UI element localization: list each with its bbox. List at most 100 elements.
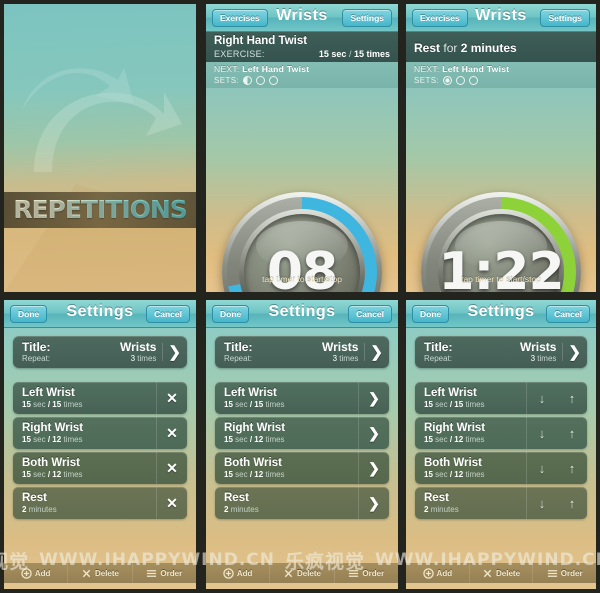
- panel-settings-edit: Done Settings Cancel Title: Repeat: Wris…: [206, 300, 398, 589]
- item-count-unit: times: [63, 469, 83, 479]
- list-item[interactable]: Rest 2 minutes ↓ ↑: [415, 487, 587, 519]
- disclosure-button[interactable]: ❯: [358, 487, 389, 519]
- item-count-unit: times: [63, 434, 83, 444]
- exercise-list: Left Wrist 15 sec / 15 times ❯ Right Wri…: [215, 382, 389, 522]
- list-item[interactable]: Right Wrist 15 sec / 12 times ✕: [13, 417, 187, 449]
- move-down-button[interactable]: ↓: [526, 382, 557, 414]
- close-x-icon: [284, 569, 293, 577]
- list-item[interactable]: Left Wrist 15 sec / 15 times ↓ ↑: [415, 382, 587, 414]
- delete-button[interactable]: ✕: [156, 487, 187, 519]
- list-item[interactable]: Right Wrist 15 sec / 12 times ❯: [215, 417, 389, 449]
- move-up-button[interactable]: ↑: [557, 452, 587, 484]
- repeat-unit: times: [537, 354, 557, 363]
- order-mode-button[interactable]: Order: [533, 563, 596, 583]
- move-down-button[interactable]: ↓: [526, 452, 557, 484]
- item-count: 12: [254, 469, 264, 479]
- item-count-unit: times: [265, 469, 285, 479]
- item-name: Right Wrist: [424, 421, 486, 434]
- exercise-name: Right Hand Twist: [214, 35, 308, 47]
- cancel-button[interactable]: Cancel: [146, 305, 190, 323]
- settings-nav-bar: Done Settings Cancel: [406, 300, 596, 328]
- settings-button[interactable]: Settings: [342, 9, 392, 27]
- repeat-label: Repeat:: [224, 354, 253, 363]
- plus-circle-icon: [21, 567, 32, 579]
- item-unit: sec: [33, 399, 46, 409]
- item-sep: /: [449, 399, 453, 409]
- list-item[interactable]: Both Wrist 15 sec / 12 times ❯: [215, 452, 389, 484]
- list-item[interactable]: Rest 2 minutes ✕: [13, 487, 187, 519]
- item-count: 15: [454, 399, 464, 409]
- item-unit: sec: [235, 399, 248, 409]
- navigation-bar: Exercises Wrists Settings: [406, 4, 596, 32]
- add-button[interactable]: Add: [206, 563, 271, 583]
- list-item[interactable]: Right Wrist 15 sec / 12 times ↓ ↑: [415, 417, 587, 449]
- item-count-unit: times: [63, 399, 83, 409]
- list-item[interactable]: Left Wrist 15 sec / 15 times ✕: [13, 382, 187, 414]
- bottom-toolbar: Add Delete Order: [406, 563, 596, 583]
- list-item[interactable]: Both Wrist 15 sec / 12 times ↓ ↑: [415, 452, 587, 484]
- item-unit: sec: [33, 434, 46, 444]
- title-card[interactable]: Title: Repeat: Wrists 3 times ❯: [415, 336, 587, 368]
- rest-duration: 2 minutes: [460, 41, 517, 55]
- cancel-button[interactable]: Cancel: [546, 305, 590, 323]
- disclosure-button[interactable]: ❯: [358, 382, 389, 414]
- list-item[interactable]: Rest 2 minutes ❯: [215, 487, 389, 519]
- disclosure-button[interactable]: ❯: [358, 417, 389, 449]
- exercise-metrics: 15 sec / 15 times: [319, 49, 390, 59]
- repeat-value: 3 times: [322, 354, 359, 364]
- next-exercise: Left Hand Twist: [442, 64, 510, 74]
- set-dot: [443, 76, 453, 85]
- delete-button[interactable]: ✕: [156, 417, 187, 449]
- item-count: 12: [454, 469, 464, 479]
- list-item[interactable]: Left Wrist 15 sec / 15 times ❯: [215, 382, 389, 414]
- item-count-unit: times: [465, 399, 485, 409]
- order-mode-button[interactable]: Order: [335, 563, 398, 583]
- move-down-button[interactable]: ↓: [526, 417, 557, 449]
- chevron-right-icon: ❯: [364, 343, 383, 361]
- item-count: 15: [52, 399, 62, 409]
- metric-separator: /: [348, 49, 352, 59]
- delete-mode-button[interactable]: Delete: [470, 563, 534, 583]
- item-detail: 15 sec / 15 times: [424, 400, 526, 410]
- repeat-label: Repeat:: [22, 354, 51, 363]
- delete-button[interactable]: ✕: [156, 382, 187, 414]
- move-down-button[interactable]: ↓: [526, 487, 557, 519]
- sets-indicator: SETS:: [214, 76, 390, 85]
- settings-button[interactable]: Settings: [540, 9, 590, 27]
- delete-mode-button[interactable]: Delete: [68, 563, 133, 583]
- item-detail: 15 sec / 12 times: [224, 435, 358, 445]
- timer-background: 08 tap timer to start/stop: [206, 88, 398, 292]
- delete-label: Delete: [496, 568, 521, 578]
- repeat-label: Repeat:: [424, 354, 453, 363]
- move-up-button[interactable]: ↑: [557, 487, 587, 519]
- item-duration: 15: [22, 399, 31, 409]
- delete-mode-button[interactable]: Delete: [270, 563, 335, 583]
- add-button[interactable]: Add: [4, 563, 69, 583]
- move-up-button[interactable]: ↑: [557, 382, 587, 414]
- add-button[interactable]: Add: [406, 563, 470, 583]
- title-card[interactable]: Title: Repeat: Wrists 3 times ❯: [13, 336, 187, 368]
- item-name: Rest: [22, 491, 47, 504]
- panel-settings-delete: Done Settings Cancel Title: Repeat: Wris…: [4, 300, 196, 589]
- item-name: Right Wrist: [22, 421, 84, 434]
- splash-background: REPETITIONS: [4, 4, 196, 292]
- item-count-unit: times: [265, 434, 285, 444]
- delete-label: Delete: [94, 568, 119, 578]
- item-count: 12: [454, 434, 464, 444]
- delete-button[interactable]: ✕: [156, 452, 187, 484]
- rest-for: for: [443, 41, 458, 55]
- move-up-button[interactable]: ↑: [557, 417, 587, 449]
- cancel-button[interactable]: Cancel: [348, 305, 392, 323]
- list-item[interactable]: Both Wrist 15 sec / 12 times ✕: [13, 452, 187, 484]
- reorder-icon: [147, 569, 157, 577]
- chevron-right-icon: ❯: [562, 343, 581, 361]
- delete-label: Delete: [296, 568, 321, 578]
- order-mode-button[interactable]: Order: [133, 563, 196, 583]
- disclosure-button[interactable]: ❯: [358, 452, 389, 484]
- title-card[interactable]: Title: Repeat: Wrists 3 times ❯: [215, 336, 389, 368]
- app-title: REPETITIONS: [4, 194, 196, 226]
- settings-nav-bar: Done Settings Cancel: [4, 300, 196, 328]
- set-dot: [243, 76, 253, 85]
- plus-circle-icon: [422, 567, 434, 579]
- item-count: 12: [52, 469, 62, 479]
